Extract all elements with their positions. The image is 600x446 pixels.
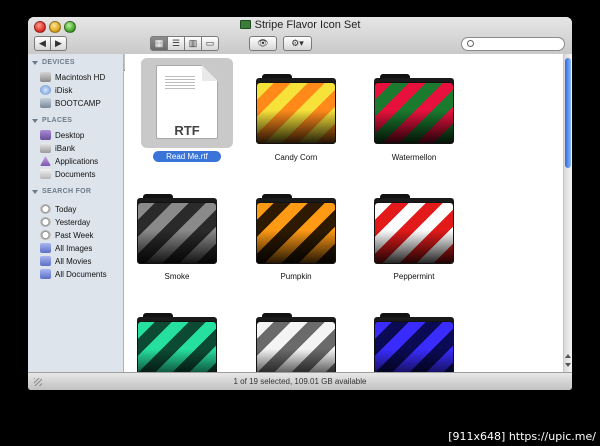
search-icon [467,40,474,47]
folder-icon [256,321,336,372]
search-field[interactable] [461,37,565,51]
chevron-left-icon: ◀ [39,38,46,48]
smart-folder-icon [40,243,51,253]
file-label[interactable]: Candy Corn [240,153,352,162]
column-view-button[interactable]: ▥ [184,36,202,51]
sidebar-item-documents[interactable]: Documents [40,168,95,180]
sidebar-item-applications[interactable]: Applications [40,155,98,167]
scroll-thumb[interactable] [565,58,571,168]
folder-icon [40,143,51,153]
sidebar-item-all-movies[interactable]: All Movies [40,255,91,267]
file-label[interactable]: Peppermint [358,272,470,281]
sidebar-item-all-documents[interactable]: All Documents [40,268,107,280]
rtf-badge: RTF [174,123,200,138]
chevron-right-icon: ▶ [55,38,62,48]
folder-icon [239,20,251,29]
rtf-document-icon[interactable]: RTF [156,65,218,139]
folder-icon [137,202,217,264]
idisk-icon [40,85,51,95]
folder-icon [256,202,336,264]
folder-item[interactable] [374,74,454,184]
folder-icon [137,321,217,372]
sidebar-item-past-week[interactable]: Past Week [40,229,94,241]
back-button[interactable]: ◀ [34,36,51,51]
folder-item[interactable] [137,313,217,372]
disclosure-triangle-icon [32,189,38,194]
file-label[interactable]: Pumpkin [240,272,352,281]
search-for-header[interactable]: SEARCH FOR [32,188,91,195]
folder-item[interactable] [374,313,454,372]
clock-icon [40,230,51,240]
smart-folder-icon [40,256,51,266]
icon-view-button[interactable]: ▦ [150,36,168,51]
folder-item[interactable] [256,313,336,372]
window-title-wrap: Stripe Flavor Icon Set [28,19,572,31]
folder-icon [374,82,454,144]
coverflow-view-button[interactable]: ▭ [201,36,219,51]
grid-icon: ▦ [154,38,164,48]
file-label[interactable]: Smoke [125,272,233,281]
applications-icon [40,156,51,166]
sidebar-item-macintosh-hd[interactable]: Macintosh HD [40,71,105,83]
list-view-button[interactable]: ☰ [167,36,185,51]
window-title: Stripe Flavor Icon Set [254,19,361,31]
status-bar: 1 of 19 selected, 109.01 GB available [28,372,572,390]
resize-grip-icon[interactable] [34,378,42,386]
scroll-down-icon[interactable] [565,363,571,367]
search-input[interactable] [478,39,560,49]
sidebar-item-bootcamp[interactable]: BOOTCAMP [40,97,101,109]
quicklook-button[interactable]: 👁 [249,36,277,51]
disclosure-triangle-icon [32,60,38,65]
status-text: 1 of 19 selected, 109.01 GB available [233,377,367,386]
vertical-scrollbar[interactable] [563,54,572,372]
page-fold-icon [202,65,218,81]
forward-button[interactable]: ▶ [50,36,67,51]
list-icon: ☰ [171,38,181,48]
folder-item[interactable] [374,194,454,304]
text-lines-icon [165,76,195,90]
clock-icon [40,217,51,227]
icon-grid: RTF Read Me.rtf Candy Corn Watermellon Smo… [125,54,563,372]
clock-icon [40,204,51,214]
smart-folder-icon [40,269,51,279]
sidebar-item-yesterday[interactable]: Yesterday [40,216,90,228]
file-label-read-me[interactable]: Read Me.rtf [153,151,221,162]
eye-icon: 👁 [257,38,269,48]
coverflow-icon: ▭ [205,38,215,48]
watermark-text: [911x648] https://upic.me/ [448,430,596,443]
finder-window: Stripe Flavor Icon Set ◀ ▶ ▦ ☰ ▥ ▭ 👁 ⚙▾ … [28,17,572,390]
file-label[interactable]: Watermellon [358,153,470,162]
columns-icon: ▥ [188,38,198,48]
hard-drive-icon [40,72,51,82]
folder-icon [374,321,454,372]
folder-item[interactable] [137,194,217,304]
documents-icon [40,169,51,179]
folder-item[interactable] [256,74,336,184]
sidebar-item-ibank[interactable]: iBank [40,142,75,154]
sidebar-item-all-images[interactable]: All Images [40,242,92,254]
disclosure-triangle-icon [32,118,38,123]
sidebar-item-desktop[interactable]: Desktop [40,129,84,141]
devices-header[interactable]: DEVICES [32,59,75,66]
sidebar-item-idisk[interactable]: iDisk [40,84,72,96]
desktop-icon [40,130,51,140]
gear-icon: ⚙▾ [291,38,304,48]
action-menu-button[interactable]: ⚙▾ [283,36,312,51]
drive-icon [40,98,51,108]
scroll-up-icon[interactable] [565,354,571,358]
folder-icon [256,82,336,144]
folder-icon [374,202,454,264]
sidebar: DEVICES Macintosh HD iDisk BOOTCAMP PLAC… [28,54,124,372]
folder-item[interactable] [256,194,336,304]
sidebar-item-today[interactable]: Today [40,203,76,215]
places-header[interactable]: PLACES [32,117,72,124]
